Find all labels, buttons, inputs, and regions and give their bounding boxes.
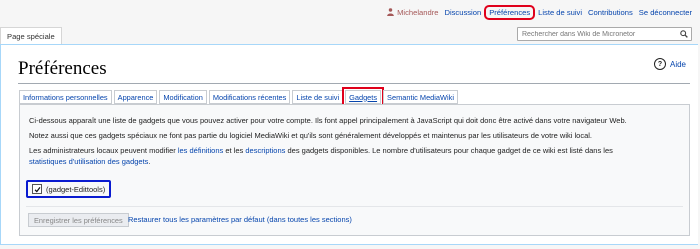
help-icon: ? [653,58,666,70]
statistics-link[interactable]: statistiques d'utilisation des gadgets [29,157,148,166]
gadget-edittools-checkbox[interactable] [32,184,42,194]
discussion-link[interactable]: Discussion [444,8,481,17]
intro-paragraph-2: Notez aussi que ces gadgets spéciaux ne … [29,131,592,140]
search-input[interactable] [518,30,678,38]
tab-special-page[interactable]: Page spéciale [0,27,62,45]
intro-text-a: Les administrateurs locaux peuvent modif… [29,146,178,155]
tab-modifications-recentes[interactable]: Modifications récentes [208,90,291,104]
help-label: Aide [669,59,686,69]
page-title: Préférences [18,58,107,79]
tab-modification[interactable]: Modification [159,90,207,104]
watchlist-link[interactable]: Liste de suivi [538,8,582,17]
reset-defaults-link[interactable]: Restaurer tous les paramètres par défaut… [128,215,352,224]
panel-divider [26,206,683,207]
logout-link[interactable]: Se déconnecter [639,8,692,17]
tab-gadgets[interactable]: Gadgets [342,87,385,107]
gadget-edittools-label: (gadget-Edittools) [46,184,106,194]
tab-liste-de-suivi[interactable]: Liste de suivi [292,90,344,104]
username-label: Michelandre [397,7,439,17]
user-icon [387,8,394,16]
save-preferences-button[interactable]: Enregistrer les préférences [28,213,129,227]
intro-text-d: . [148,157,151,166]
tab-informations-personnelles[interactable]: Informations personnelles [19,90,112,104]
contributions-link[interactable]: Contributions [588,8,633,17]
intro-text-c: des gadgets disponibles. Le nombre d'uti… [285,146,613,155]
descriptions-link[interactable]: descriptions [245,146,285,155]
definitions-link[interactable]: les définitions [178,146,223,155]
intro-paragraph-1: Ci-dessous apparaît une liste de gadgets… [29,116,627,125]
personal-toolbar: Michelandre Discussion Préférences Liste… [387,4,692,20]
content-area: Préférences ? Aide Informations personne… [0,44,698,245]
tab-semantic-mediawiki[interactable]: Semantic MediaWiki [383,90,458,104]
preferences-tabs: Informations personnelles Apparence Modi… [19,87,460,107]
tab-apparence[interactable]: Apparence [113,90,158,104]
user-link[interactable]: Michelandre [387,8,438,17]
intro-text-b: et les [223,146,246,155]
help-link[interactable]: ? Aide [653,58,686,70]
search-icon[interactable] [678,27,691,41]
gadget-edittools-option[interactable]: (gadget-Edittools) [26,180,112,198]
search-box [517,27,692,41]
preferences-link[interactable]: Préférences [484,4,536,20]
gadgets-panel: Ci-dessous apparaît une liste de gadgets… [19,104,690,236]
title-divider [18,83,690,84]
intro-paragraph-3: Les administrateurs locaux peuvent modif… [29,145,679,167]
